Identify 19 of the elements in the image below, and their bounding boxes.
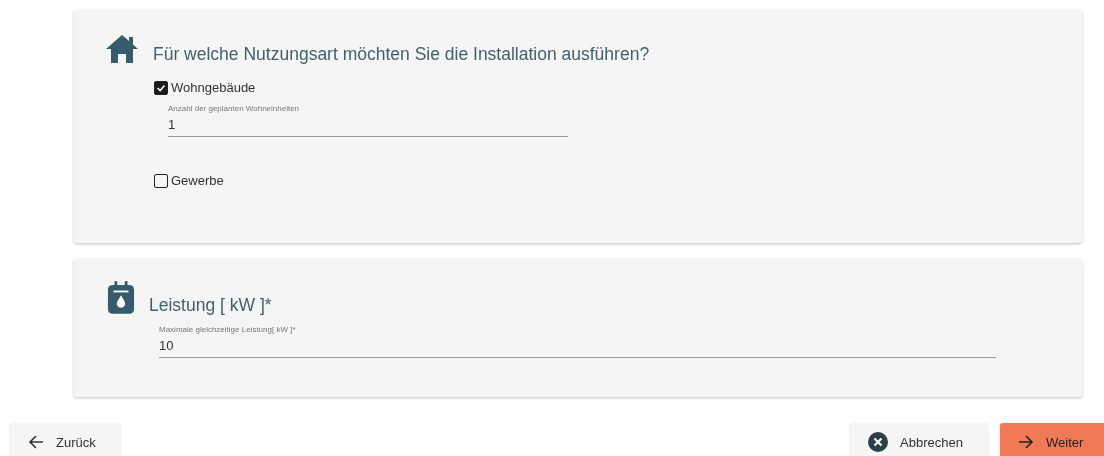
checkbox[interactable] — [154, 80, 168, 95]
input-field[interactable]: Anzahl der geplanten Wohneinheiten 1 — [168, 104, 568, 137]
input-field[interactable]: Maximale gleichzeitige Leistung[ kW ]* 10 — [159, 325, 996, 358]
arrow-left-icon — [28, 434, 44, 450]
checkbox-label: Wohngebäude — [171, 80, 256, 95]
button-label: Weiter — [1046, 434, 1084, 450]
arrow-right-icon — [1018, 434, 1034, 450]
button-label: Zurück — [56, 434, 96, 450]
checkbox-label: Gewerbe — [171, 173, 224, 188]
section-title: Leistung [ kW ]* — [149, 295, 272, 315]
next-button[interactable]: Weiter — [1000, 423, 1104, 456]
button-label: Abbrechen — [900, 434, 963, 450]
back-button[interactable]: Zurück — [10, 423, 120, 456]
section-title: Für welche Nutzungsart möchten Sie die Installation ausführen? — [153, 44, 650, 64]
meter-icon — [107, 281, 135, 315]
cancel-button[interactable]: Abbrechen — [850, 423, 988, 456]
checkbox[interactable] — [154, 173, 168, 188]
close-icon — [868, 432, 888, 452]
house-icon — [105, 34, 139, 64]
